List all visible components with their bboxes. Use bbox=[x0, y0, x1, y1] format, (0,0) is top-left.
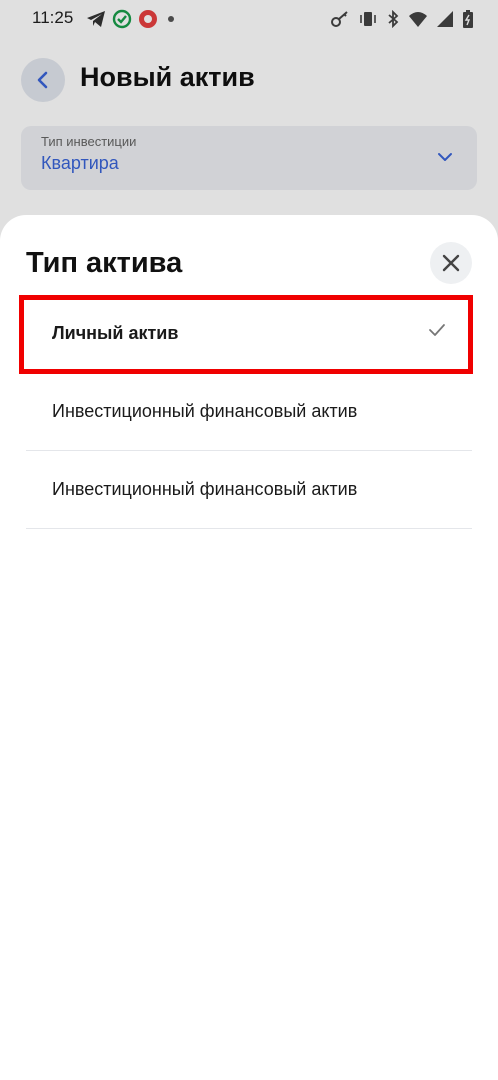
option-label: Инвестиционный финансовый актив bbox=[52, 479, 358, 499]
sheet-title: Тип актива bbox=[26, 247, 183, 279]
option-label: Инвестиционный финансовый актив bbox=[52, 401, 358, 421]
asset-type-options: Личный актив Инвестиционный финансовый а… bbox=[0, 295, 498, 529]
close-icon bbox=[442, 254, 460, 272]
close-button[interactable] bbox=[430, 242, 472, 284]
asset-type-sheet: Тип актива Личный актив Инвестиционный ф… bbox=[0, 215, 498, 1080]
option-personal-asset[interactable]: Личный актив bbox=[26, 295, 472, 373]
option-investment-financial-asset-2[interactable]: Инвестиционный финансовый актив bbox=[26, 451, 472, 529]
checkmark-icon bbox=[428, 323, 446, 342]
option-label: Личный актив bbox=[52, 323, 179, 343]
option-investment-financial-asset[interactable]: Инвестиционный финансовый актив bbox=[26, 373, 472, 451]
